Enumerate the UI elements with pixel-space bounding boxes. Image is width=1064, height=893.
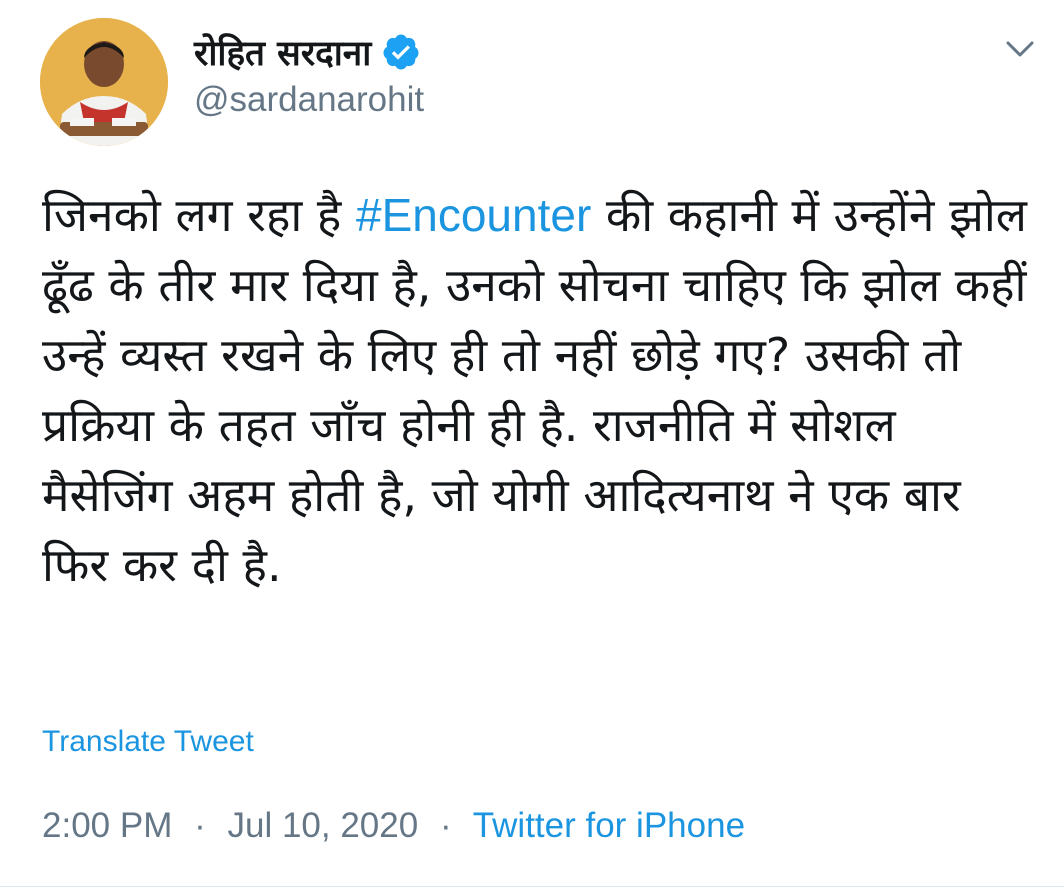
avatar-image [40, 18, 168, 146]
display-name[interactable]: रोहित सरदाना [194, 29, 371, 76]
tweet-source-link[interactable]: Twitter for iPhone [473, 806, 745, 845]
meta-separator: · [439, 806, 452, 845]
hashtag-link[interactable]: #Encounter [356, 189, 591, 241]
author-name-row[interactable]: रोहित सरदाना [194, 26, 421, 78]
user-handle[interactable]: @sardanarohit [194, 80, 424, 120]
meta-separator: · [194, 806, 206, 845]
tweet-time[interactable]: 2:00 PM [42, 806, 172, 845]
tweet-text-rest: की कहानी में उन्होंने झोल ढूँढ के तीर मा… [42, 188, 1027, 592]
divider [0, 886, 1064, 887]
chevron-down-icon[interactable] [1002, 34, 1038, 64]
translate-tweet-link[interactable]: Translate Tweet [42, 725, 254, 759]
tweet-text: जिनको लग रहा है #Encounter की कहानी में … [42, 180, 1032, 600]
avatar[interactable] [40, 18, 168, 146]
tweet-metadata: 2:00 PM · Jul 10, 2020 · Twitter for iPh… [42, 806, 745, 846]
tweet-text-start: जिनको लग रहा है [42, 188, 356, 242]
verified-badge-icon [383, 34, 419, 70]
tweet-card: रोहित सरदाना @sardanarohit जिनको लग रहा … [0, 0, 1064, 893]
tweet-date[interactable]: Jul 10, 2020 [227, 806, 418, 845]
